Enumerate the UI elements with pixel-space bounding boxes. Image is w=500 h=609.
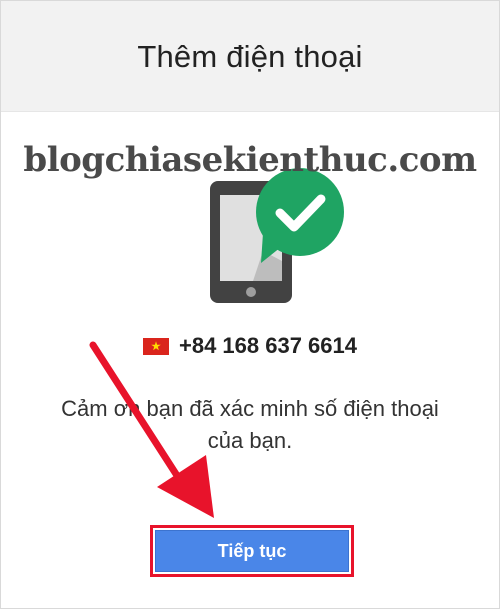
phone-number: +84 168 637 6614 <box>178 333 357 358</box>
vietnam-flag-icon <box>142 337 169 355</box>
continue-button[interactable]: Tiếp tục <box>155 530 349 572</box>
phone-verified-icon <box>205 163 350 308</box>
phone-number-row: +84 168 637 6614 <box>0 332 500 360</box>
dialog-title: Thêm điện thoại <box>137 39 363 74</box>
dialog-header: Thêm điện thoại <box>1 1 499 112</box>
watermark: blogchiasekienthuc.com <box>23 140 477 180</box>
verification-message: Cảm ơn bạn đã xác minh số điện thoại của… <box>30 393 470 457</box>
message-line-1: Cảm ơn bạn đã xác minh số điện thoại <box>61 396 439 421</box>
message-line-2: của bạn. <box>207 428 293 453</box>
